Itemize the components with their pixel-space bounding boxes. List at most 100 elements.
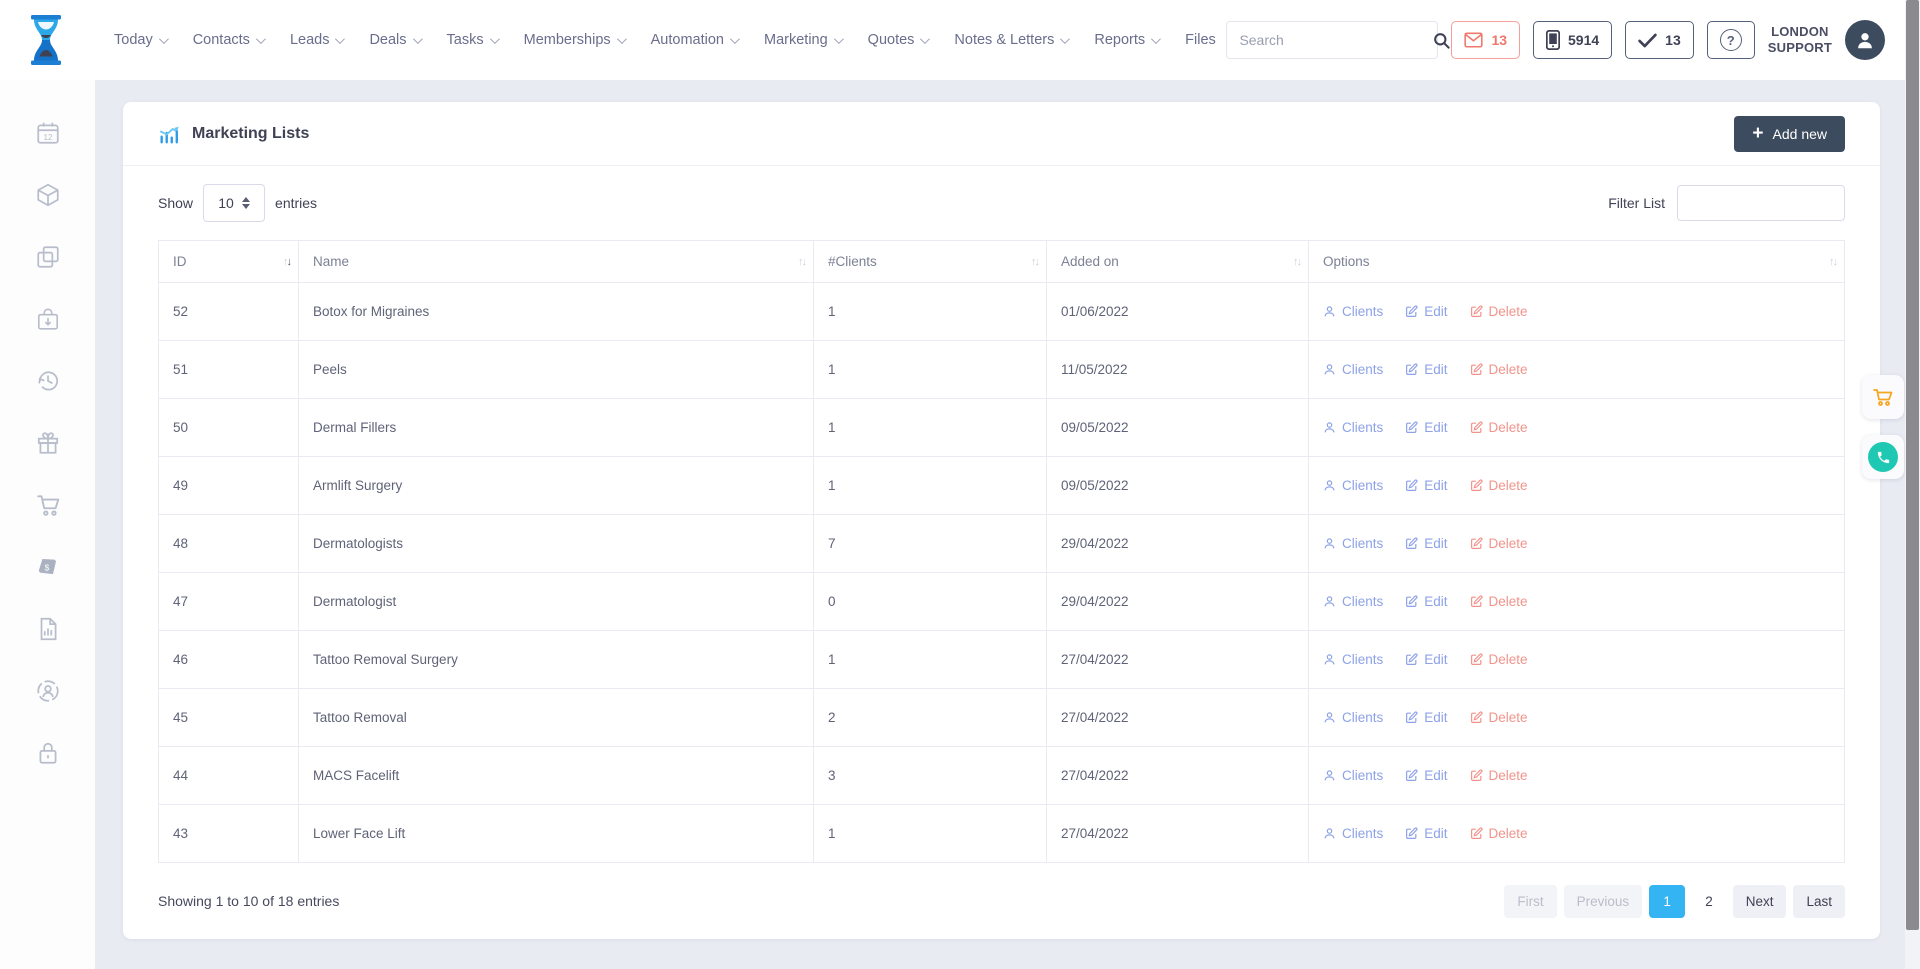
search-input[interactable] — [1227, 32, 1432, 48]
pagination-page-button[interactable]: 2 — [1692, 885, 1726, 918]
envelope-icon — [1464, 32, 1483, 48]
pagination-next-button[interactable]: Next — [1733, 885, 1787, 918]
nav-menu-item[interactable]: Contacts — [193, 32, 263, 48]
floating-widgets — [1862, 375, 1904, 479]
delete-link[interactable]: Delete — [1470, 768, 1528, 783]
delete-link[interactable]: Delete — [1470, 594, 1528, 609]
gift-icon[interactable] — [35, 430, 61, 456]
clients-link[interactable]: Clients — [1323, 652, 1383, 667]
nav-menu-item[interactable]: Memberships — [524, 32, 624, 48]
delete-link[interactable]: Delete — [1470, 478, 1528, 493]
search-button[interactable] — [1432, 22, 1451, 58]
price-tag-icon[interactable]: $ — [35, 554, 61, 580]
sort-icon: ↑↓ — [1031, 256, 1038, 268]
delete-icon — [1470, 305, 1483, 318]
add-new-button[interactable]: + Add new — [1734, 116, 1845, 152]
tasks-badge[interactable]: 13 — [1625, 21, 1694, 59]
cell-name: Tattoo Removal — [299, 689, 814, 747]
column-header-added-on[interactable]: Added on↑↓ — [1047, 241, 1309, 283]
edit-link[interactable]: Edit — [1405, 420, 1447, 435]
pagination-last-button[interactable]: Last — [1793, 885, 1845, 918]
cell-id: 45 — [159, 689, 299, 747]
nav-menu-item[interactable]: Marketing — [764, 32, 841, 48]
edit-link[interactable]: Edit — [1405, 594, 1447, 609]
nav-menu-item[interactable]: Reports — [1094, 32, 1158, 48]
pagination-first-button[interactable]: First — [1504, 885, 1556, 918]
cart-icon[interactable] — [35, 492, 61, 518]
entries-label: entries — [275, 195, 317, 211]
clients-link[interactable]: Clients — [1323, 478, 1383, 493]
delete-link[interactable]: Delete — [1470, 826, 1528, 841]
clients-link[interactable]: Clients — [1323, 536, 1383, 551]
column-header-options[interactable]: Options↑↓ — [1309, 241, 1845, 283]
column-header-name[interactable]: Name↑↓ — [299, 241, 814, 283]
nav-menu-item[interactable]: Today — [114, 32, 166, 48]
help-badge[interactable]: ? — [1707, 21, 1755, 59]
clients-link[interactable]: Clients — [1323, 768, 1383, 783]
delete-icon — [1470, 653, 1483, 666]
delete-link[interactable]: Delete — [1470, 536, 1528, 551]
user-avatar[interactable] — [1845, 20, 1885, 60]
column-header-clients[interactable]: #Clients↑↓ — [814, 241, 1047, 283]
table-row: 47 Dermatologist 0 29/04/2022 Clients — [159, 573, 1845, 631]
clients-link[interactable]: Clients — [1323, 710, 1383, 725]
delete-link[interactable]: Delete — [1470, 304, 1528, 319]
chevron-down-icon — [1060, 34, 1070, 44]
messages-badge[interactable]: 13 — [1451, 21, 1520, 59]
delete-link[interactable]: Delete — [1470, 710, 1528, 725]
clients-link[interactable]: Clients — [1323, 594, 1383, 609]
calendar-icon[interactable]: 12 — [35, 120, 61, 146]
cart-icon — [1871, 385, 1895, 409]
call-widget-button[interactable] — [1862, 435, 1904, 479]
bag-icon[interactable] — [35, 306, 61, 332]
page-size-select[interactable]: 10 — [203, 184, 265, 222]
nav-menu-item[interactable]: Notes & Letters — [954, 32, 1067, 48]
clients-link[interactable]: Clients — [1323, 304, 1383, 319]
column-header-id[interactable]: ID↑↓ — [159, 241, 299, 283]
app-logo[interactable] — [26, 15, 66, 65]
edit-link[interactable]: Edit — [1405, 652, 1447, 667]
delete-link[interactable]: Delete — [1470, 652, 1528, 667]
pagination-previous-button[interactable]: Previous — [1564, 885, 1643, 918]
nav-menu-item[interactable]: Files — [1185, 32, 1216, 48]
scrollbar-thumb[interactable] — [1906, 0, 1919, 930]
page-size-control: Show 10 entries — [158, 184, 317, 222]
edit-link[interactable]: Edit — [1405, 304, 1447, 319]
clients-link[interactable]: Clients — [1323, 362, 1383, 377]
clients-link[interactable]: Clients — [1323, 420, 1383, 435]
table-row: 49 Armlift Surgery 1 09/05/2022 Clients — [159, 457, 1845, 515]
filter-input[interactable] — [1677, 185, 1845, 221]
cell-added-on: 27/04/2022 — [1047, 747, 1309, 805]
global-search — [1226, 21, 1438, 59]
delete-link[interactable]: Delete — [1470, 362, 1528, 377]
support-icon[interactable] — [35, 678, 61, 704]
clients-link[interactable]: Clients — [1323, 826, 1383, 841]
cart-widget-button[interactable] — [1862, 375, 1904, 419]
copy-icon[interactable] — [35, 244, 61, 270]
edit-link[interactable]: Edit — [1405, 362, 1447, 377]
edit-link[interactable]: Edit — [1405, 768, 1447, 783]
select-stepper-icon — [242, 197, 250, 209]
nav-menu-item[interactable]: Quotes — [868, 32, 928, 48]
report-icon[interactable] — [35, 616, 61, 642]
edit-link[interactable]: Edit — [1405, 478, 1447, 493]
edit-link[interactable]: Edit — [1405, 536, 1447, 551]
chevron-down-icon — [920, 34, 930, 44]
nav-menu-item[interactable]: Automation — [651, 32, 737, 48]
cell-added-on: 27/04/2022 — [1047, 805, 1309, 863]
pagination-page-button[interactable]: 1 — [1649, 885, 1685, 918]
delete-link[interactable]: Delete — [1470, 420, 1528, 435]
edit-icon — [1405, 537, 1418, 550]
nav-menu-item[interactable]: Deals — [369, 32, 419, 48]
calls-count: 5914 — [1568, 32, 1599, 48]
history-icon[interactable] — [35, 368, 61, 394]
chevron-down-icon — [1151, 34, 1161, 44]
calls-badge[interactable]: 5914 — [1533, 21, 1612, 59]
edit-link[interactable]: Edit — [1405, 826, 1447, 841]
user-name[interactable]: LONDON SUPPORT — [1768, 24, 1832, 57]
edit-link[interactable]: Edit — [1405, 710, 1447, 725]
nav-menu-item[interactable]: Tasks — [447, 32, 497, 48]
package-icon[interactable] — [35, 182, 61, 208]
nav-menu-item[interactable]: Leads — [290, 32, 343, 48]
lock-icon[interactable] — [35, 740, 61, 766]
